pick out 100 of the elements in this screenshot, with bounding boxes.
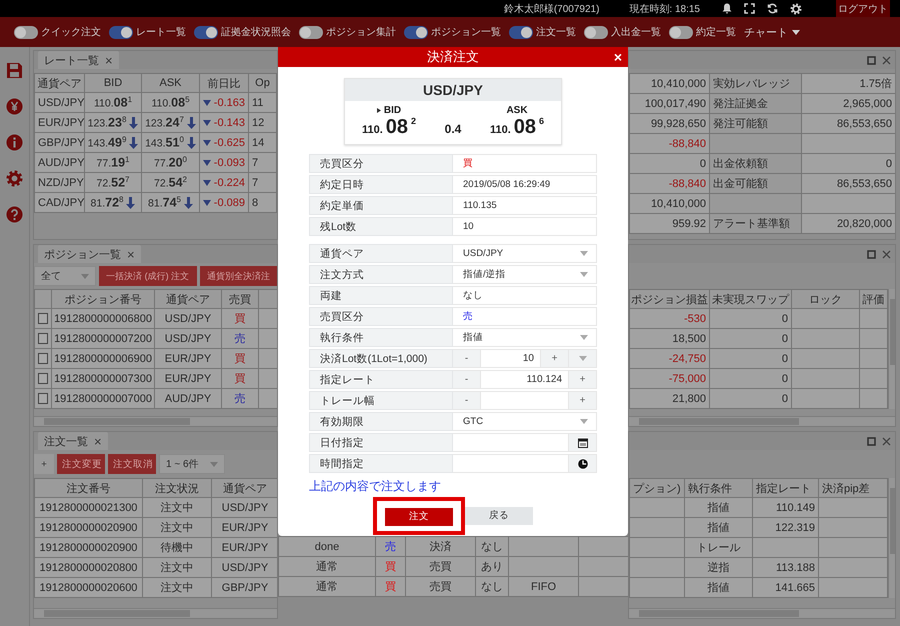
caret-icon [210, 462, 218, 466]
dropdown-button[interactable] [569, 349, 597, 368]
horizontal-scrollbar[interactable] [629, 608, 895, 618]
rate-text: 72.52$^{7}$ [96, 175, 130, 190]
action-button[interactable]: 注文変更 [57, 454, 105, 474]
table-cell: 注文中 [143, 498, 212, 518]
field-label: 執行条件 [309, 328, 453, 347]
add-button[interactable]: + [34, 454, 54, 474]
panel-tab[interactable]: 注文一覧 × [38, 432, 108, 450]
back-button[interactable]: 戻る [465, 506, 533, 525]
checkbox[interactable] [38, 393, 48, 404]
rate-text: 77.19$^{1}$ [96, 155, 130, 170]
toggle-switch[interactable] [669, 26, 693, 38]
toggle-switch[interactable] [109, 26, 133, 38]
select-field[interactable]: 指値/逆指 [453, 265, 597, 284]
maximize-icon[interactable] [867, 56, 876, 64]
plus-button[interactable]: + [569, 391, 597, 410]
close-icon[interactable] [882, 56, 891, 64]
table-cell: 注文中 [143, 518, 212, 538]
clock-button[interactable] [569, 454, 597, 473]
horizontal-scrollbar[interactable] [629, 416, 895, 426]
down-arrow-icon [186, 116, 196, 128]
table-cell: 0 [710, 329, 792, 349]
table-cell: AUD/JPY [155, 389, 222, 409]
date-field[interactable] [453, 433, 569, 452]
column-header: 通貨ペア [35, 74, 85, 93]
table-cell: USD/JPY [35, 93, 85, 113]
table-cell [860, 369, 888, 389]
checkbox[interactable] [38, 373, 48, 384]
table-cell: 1912800000020800 [35, 558, 143, 578]
maximize-icon[interactable] [867, 250, 876, 258]
yen-icon[interactable] [6, 98, 23, 115]
chart-menu[interactable]: チャート [744, 24, 800, 40]
logout-button[interactable]: ログアウト [836, 0, 890, 17]
plus-button[interactable]: + [541, 349, 569, 368]
table-cell: 1912800000007300 [52, 369, 155, 389]
plus-button[interactable]: + [569, 370, 597, 389]
current-time: 現在時刻: 18:15 [629, 2, 700, 16]
table-cell: 売買 [406, 557, 476, 577]
checkbox[interactable] [38, 333, 48, 344]
table-cell: 0 [630, 154, 710, 174]
rate-text: 81.74$^{5}$ [148, 195, 181, 210]
toggle-switch[interactable] [584, 26, 608, 38]
table-cell: アラート基準額 [710, 214, 802, 234]
minus-button[interactable]: - [453, 349, 481, 368]
down-triangle-icon [203, 140, 211, 146]
number-field[interactable]: 110.124 [481, 370, 569, 389]
toggle-label: 証拠金状況照会 [221, 26, 291, 39]
table-cell: 通常 [279, 557, 376, 577]
minus-button[interactable]: - [453, 370, 481, 389]
column-header: 売買 [222, 290, 259, 309]
help-icon[interactable] [6, 206, 23, 223]
close-button[interactable]: × [608, 49, 628, 65]
checkbox[interactable] [38, 353, 48, 364]
minus-button[interactable]: - [453, 391, 481, 410]
vertical-scrollbar[interactable] [888, 289, 895, 409]
toggle-switch[interactable] [404, 26, 428, 38]
save-icon[interactable] [6, 62, 23, 79]
action-button[interactable]: 注文取消 [108, 454, 156, 474]
number-field[interactable]: 10 [481, 349, 541, 368]
panel-tab[interactable]: レート一覧 × [38, 51, 119, 69]
toggle-switch[interactable] [14, 26, 38, 38]
caret-icon [580, 272, 588, 277]
time-field[interactable] [453, 454, 569, 473]
close-icon[interactable] [882, 436, 891, 446]
fullscreen-icon[interactable] [744, 3, 755, 14]
table-cell: 1912800000020900 [35, 518, 143, 538]
toggle-switch[interactable] [509, 26, 533, 38]
close-button[interactable]: × [127, 246, 135, 262]
filter-select[interactable]: 全て [34, 266, 96, 286]
table-cell: done [279, 537, 376, 557]
table-cell: 逆指 [685, 558, 753, 578]
toggle-switch[interactable] [194, 26, 218, 38]
toggle-switch[interactable] [299, 26, 323, 38]
maximize-icon[interactable] [867, 436, 876, 446]
table-cell [792, 349, 860, 369]
checkbox[interactable] [38, 313, 48, 324]
bell-icon[interactable] [722, 3, 732, 14]
select-field[interactable]: 指値 [453, 328, 597, 347]
close-button[interactable]: × [105, 52, 113, 68]
table-cell: 1912800000007000 [52, 389, 155, 409]
number-field[interactable] [481, 391, 569, 410]
calendar-button[interactable] [569, 433, 597, 452]
vertical-scrollbar[interactable] [888, 478, 895, 598]
select-field[interactable]: GTC [453, 412, 597, 431]
rate-text: 123.23$^{8}$ [88, 115, 126, 130]
horizontal-scrollbar[interactable] [34, 416, 277, 426]
action-button[interactable]: 通貨別全決済注 [200, 266, 277, 286]
table-cell: USD/JPY [155, 329, 222, 349]
panel-tab[interactable]: ポジション一覧 × [38, 245, 141, 263]
info-icon[interactable] [6, 134, 23, 151]
horizontal-scrollbar[interactable] [34, 608, 277, 618]
close-button[interactable]: × [94, 434, 102, 448]
close-icon[interactable] [882, 250, 891, 258]
refresh-icon[interactable] [767, 3, 778, 14]
order-button[interactable]: 注文 [385, 508, 453, 526]
action-button[interactable]: 一括決済 (成行) 注文 [98, 266, 197, 286]
range-select[interactable]: 1 ~ 6件 [159, 454, 225, 474]
table-cell: USD/JPY [155, 309, 222, 329]
select-field[interactable]: USD/JPY [453, 244, 597, 263]
